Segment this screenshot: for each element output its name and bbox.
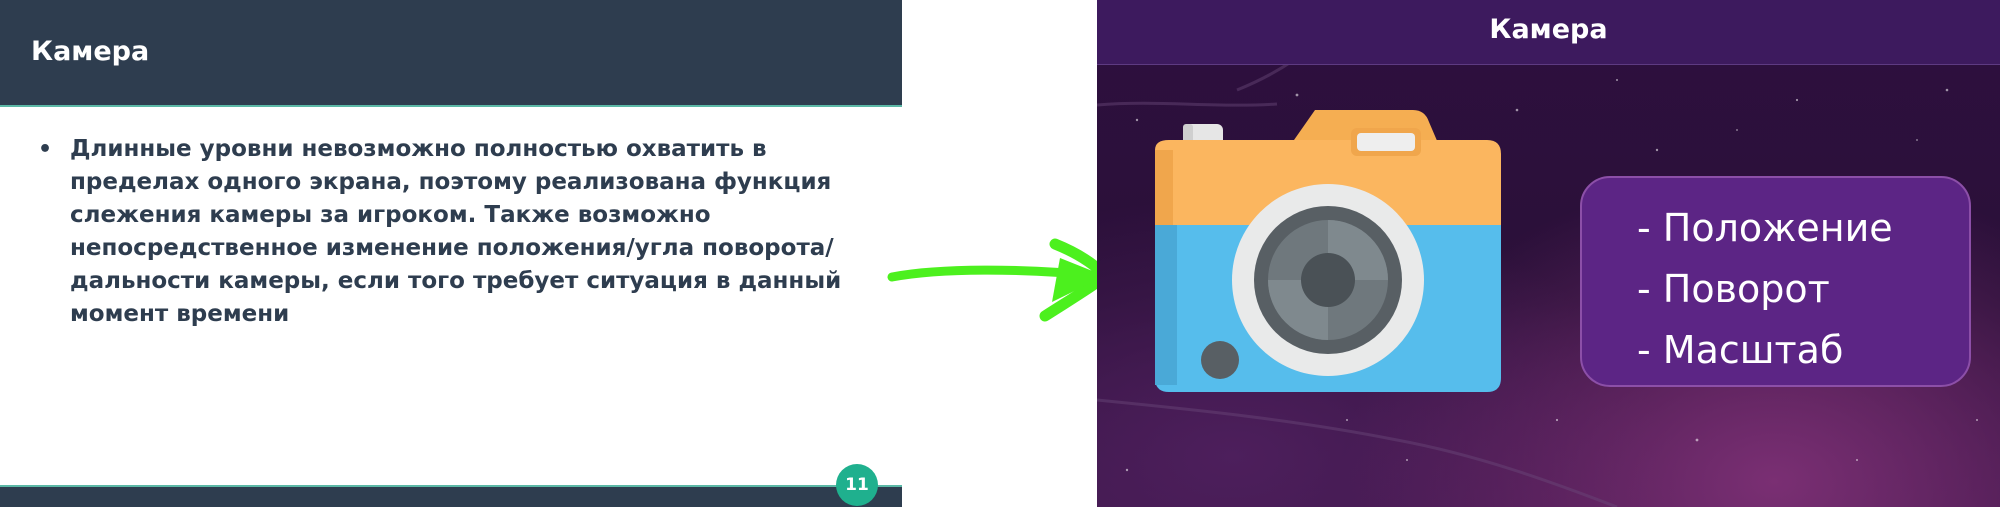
property-rotation: - Поворот	[1637, 267, 1830, 311]
bullet-item: • Длинные уровни невозможно полностью ох…	[38, 133, 888, 331]
slide-header: Камера	[1097, 0, 2000, 65]
left-slide: Камера • Длинные уровни невозможно полно…	[0, 0, 902, 507]
bullet-list: • Длинные уровни невозможно полностью ох…	[38, 133, 888, 331]
slide-title: Камера	[1489, 14, 1608, 45]
page-number-badge: 11	[836, 464, 878, 506]
arrow-right-icon	[887, 238, 1112, 322]
camera-properties-box: - Положение - Поворот - Масштаб	[1580, 176, 1971, 387]
bullet-marker: •	[38, 137, 53, 162]
bullet-text: Длинные уровни невозможно полностью охва…	[70, 136, 842, 327]
camera-properties-list: - Положение - Поворот - Масштаб	[1637, 198, 1893, 381]
property-zoom: - Масштаб	[1637, 328, 1844, 372]
camera-icon	[1155, 110, 1501, 392]
right-slide: Камера - Положение - Поворот - Масштаб	[1097, 0, 2000, 507]
slide-title: Камера	[31, 36, 150, 67]
property-position: - Положение	[1637, 206, 1893, 250]
slide-footer	[0, 485, 902, 507]
slide-header: Камера	[0, 0, 902, 107]
